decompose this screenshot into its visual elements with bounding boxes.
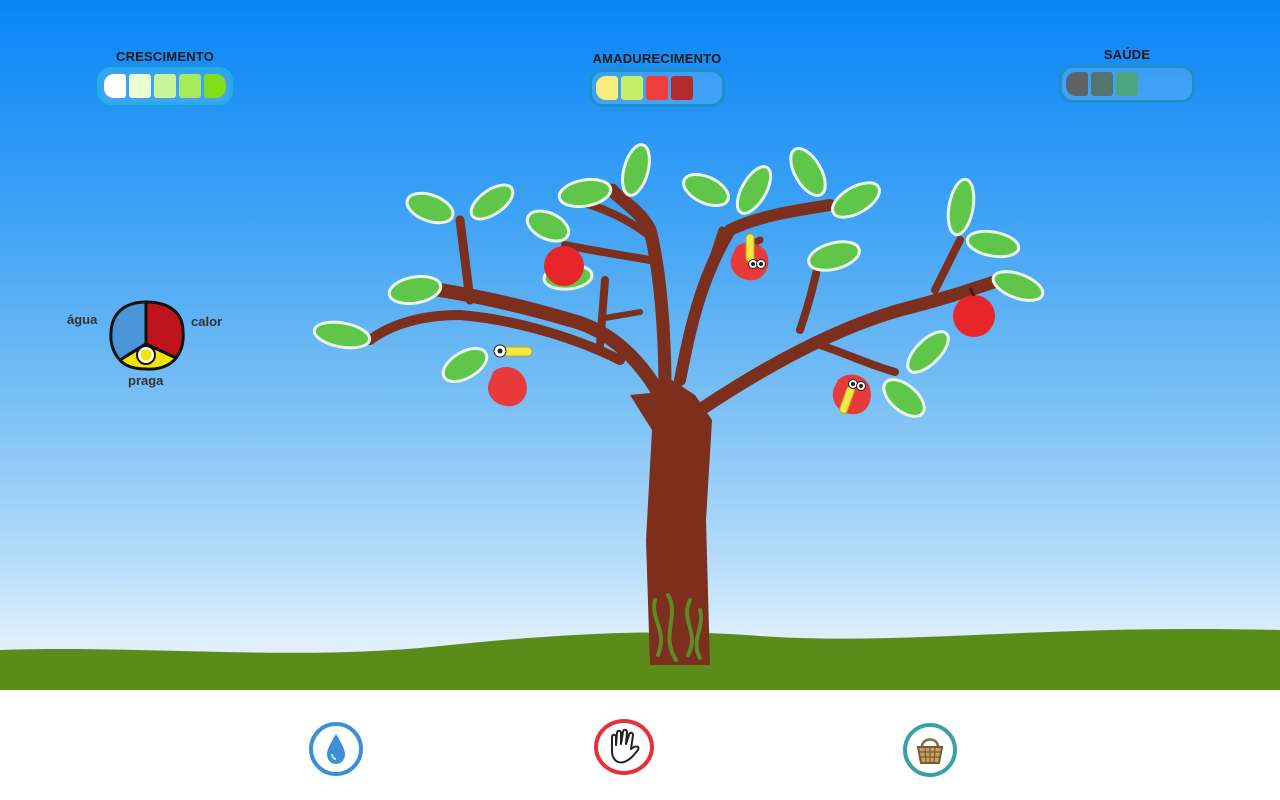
pest-worms: [493, 233, 866, 414]
water-factor-label: água: [67, 312, 98, 327]
leaf: [735, 165, 773, 215]
ripening-segment: [596, 76, 618, 100]
leaf: [542, 263, 594, 291]
leaf: [991, 270, 1045, 302]
health-segment: [1066, 72, 1088, 96]
growth-segment: [104, 74, 126, 98]
ripening-meter-title: AMADURECIMENTO: [592, 51, 722, 66]
ripening-meter-bar: [589, 69, 725, 107]
worm: [493, 344, 533, 358]
leaf: [831, 181, 881, 219]
tree-leaves: [312, 143, 1045, 418]
leaf: [882, 378, 926, 418]
apples: [487, 242, 995, 415]
health-meter-title: SAÚDE: [1103, 47, 1151, 62]
health-meter-bar: [1059, 65, 1195, 103]
leaf: [807, 240, 861, 272]
health-segment: [1091, 72, 1113, 96]
trunk-moss: [652, 593, 704, 662]
leaf: [621, 143, 651, 197]
glove-hand-icon: [611, 729, 640, 764]
water-tool-button[interactable]: [309, 722, 363, 776]
leaf: [789, 147, 827, 197]
ripening-meter: AMADURECIMENTO: [589, 51, 725, 107]
growth-segment: [179, 74, 201, 98]
ripening-segment: [646, 76, 668, 100]
health-segment: [1166, 72, 1188, 96]
health-meter: SAÚDE: [1059, 47, 1195, 103]
worm: [745, 233, 766, 269]
ripening-segment: [671, 76, 693, 100]
orchard-scene: [0, 143, 1280, 698]
tree-trunk: [630, 380, 712, 665]
health-segment: [1116, 72, 1138, 96]
factor-wheel: [109, 300, 185, 371]
ripening-segment: [621, 76, 643, 100]
leaf: [525, 209, 571, 243]
grass-field: [0, 628, 1280, 698]
hand-tool-button[interactable]: [594, 719, 654, 775]
heat-factor-label: calor: [191, 314, 223, 329]
growth-segment: [129, 74, 151, 98]
health-segment: [1141, 72, 1163, 96]
ripe-apple: [953, 295, 995, 337]
leaf: [387, 274, 443, 306]
leaf: [405, 191, 455, 225]
tree-branches: [365, 183, 1007, 417]
basket-icon: [916, 738, 944, 764]
leaf: [557, 177, 613, 209]
growth-segment: [204, 74, 226, 98]
ripe-apple: [544, 246, 584, 286]
growth-segment: [154, 74, 176, 98]
infested-apple: [730, 242, 769, 281]
leaf: [469, 183, 515, 221]
leaf: [906, 330, 950, 374]
infested-apple: [832, 374, 871, 415]
pest-factor-label: praga: [128, 373, 164, 388]
leaf: [965, 229, 1021, 259]
leaf: [441, 347, 489, 383]
infested-apple: [487, 367, 527, 407]
growth-meter-bar: [97, 67, 233, 105]
ripening-segment: [696, 76, 718, 100]
basket-tool-button[interactable]: [903, 723, 957, 777]
leaf: [946, 177, 976, 237]
growth-meter: CRESCIMENTO: [97, 49, 233, 105]
growth-meter-title: CRESCIMENTO: [115, 49, 215, 64]
leaf: [682, 172, 730, 208]
worm: [839, 379, 866, 414]
water-drop-icon: [327, 734, 345, 764]
leaf: [312, 320, 372, 350]
